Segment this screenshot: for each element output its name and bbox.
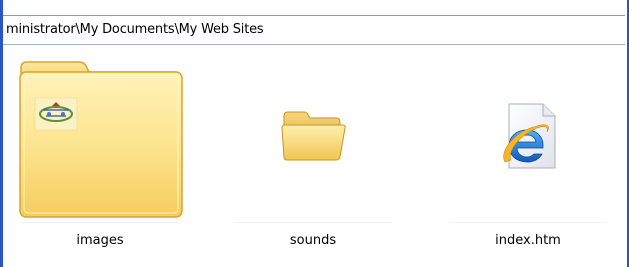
item-label[interactable]: sounds xyxy=(228,233,398,248)
item-thumbnail[interactable] xyxy=(443,58,613,222)
thumbnail-divider xyxy=(21,222,179,223)
explorer-window: ministrator\My Documents\My Web Sites im… xyxy=(0,0,629,267)
folder-icon xyxy=(281,111,346,161)
address-bar[interactable]: ministrator\My Documents\My Web Sites xyxy=(3,15,625,45)
item-label[interactable]: images xyxy=(15,233,185,248)
file-view: images sounds index.htm xyxy=(3,46,625,267)
address-path[interactable]: ministrator\My Documents\My Web Sites xyxy=(6,22,264,37)
thumbnail-divider xyxy=(449,222,607,223)
file-item-sounds[interactable]: sounds xyxy=(228,46,398,267)
file-item-images[interactable]: images xyxy=(15,46,185,267)
thumbnail-divider xyxy=(234,222,392,223)
item-thumbnail[interactable] xyxy=(15,58,185,222)
file-item-index[interactable]: index.htm xyxy=(443,46,613,267)
folder-thumbnail-icon xyxy=(19,61,183,218)
item-label[interactable]: index.htm xyxy=(443,233,613,248)
item-thumbnail[interactable] xyxy=(228,58,398,222)
internet-explorer-icon xyxy=(503,103,556,169)
